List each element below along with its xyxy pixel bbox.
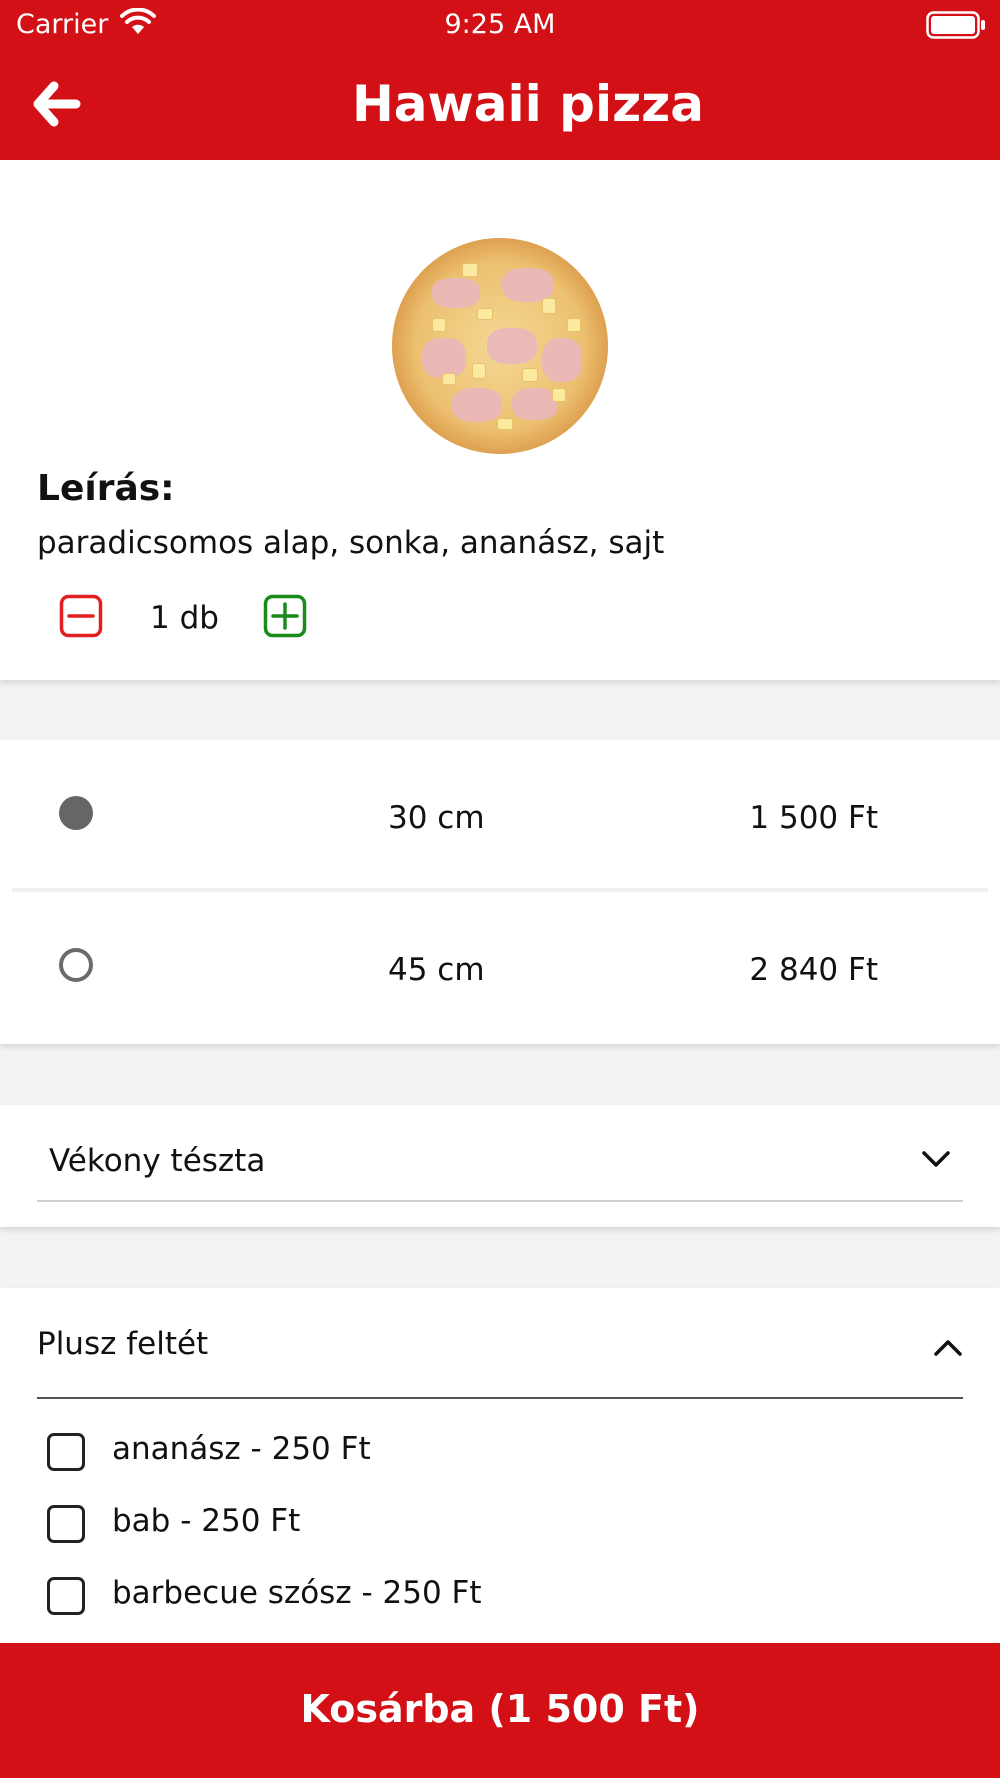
extras-accordion-header[interactable]: Plusz feltét: [37, 1288, 963, 1399]
navigation-bar: Hawaii pizza: [0, 50, 1000, 160]
dough-card: Vékony tészta: [0, 1105, 1000, 1227]
extras-card: Plusz feltét ananász - 250 Ft bab - 250 …: [0, 1288, 1000, 1648]
size-label: 45 cm: [388, 952, 485, 988]
extra-option[interactable]: bab - 250 Ft: [47, 1497, 947, 1547]
quantity-value: 1 db: [150, 600, 219, 636]
decrease-quantity-button[interactable]: [59, 594, 103, 638]
product-card: Leírás: paradicsomos alap, sonka, ananás…: [0, 160, 1000, 680]
extra-label: bab - 250 Ft: [112, 1503, 301, 1539]
extras-title: Plusz feltét: [37, 1326, 209, 1362]
radio-selected-icon[interactable]: [59, 796, 93, 830]
size-label: 30 cm: [388, 800, 485, 836]
plus-square-icon: [263, 594, 307, 642]
size-option-45cm[interactable]: 45 cm 2 840 Ft: [0, 892, 1000, 1035]
chevron-down-icon: [921, 1149, 951, 1174]
description-text: paradicsomos alap, sonka, ananász, sajt: [37, 525, 665, 561]
checkbox[interactable]: [47, 1433, 85, 1471]
battery-icon: [926, 11, 986, 46]
minus-square-icon: [59, 594, 103, 642]
extra-option[interactable]: ananász - 250 Ft: [47, 1425, 947, 1475]
checkbox[interactable]: [47, 1505, 85, 1543]
add-to-cart-label: Kosárba (1 500 Ft): [300, 1687, 700, 1731]
add-to-cart-button[interactable]: Kosárba (1 500 Ft): [0, 1643, 1000, 1778]
clock-label: 9:25 AM: [444, 9, 556, 40]
size-option-30cm[interactable]: 30 cm 1 500 Ft: [0, 740, 1000, 883]
radio-unselected-icon[interactable]: [59, 948, 93, 982]
size-price: 1 500 Ft: [749, 800, 878, 836]
size-price: 2 840 Ft: [749, 952, 878, 988]
extra-label: ananász - 250 Ft: [112, 1431, 371, 1467]
description-label: Leírás:: [37, 468, 175, 509]
checkbox[interactable]: [47, 1577, 85, 1615]
pizza-image: [392, 238, 608, 454]
page-title: Hawaii pizza: [351, 75, 705, 133]
dough-select[interactable]: Vékony tészta: [37, 1105, 963, 1202]
increase-quantity-button[interactable]: [263, 594, 307, 638]
dough-selected-value: Vékony tészta: [49, 1143, 266, 1179]
extra-label: barbecue szósz - 250 Ft: [112, 1575, 482, 1611]
size-selector-card: 30 cm 1 500 Ft 45 cm 2 840 Ft: [0, 740, 1000, 1044]
extra-option[interactable]: barbecue szósz - 250 Ft: [47, 1569, 947, 1619]
status-bar: Carrier 9:25 AM: [0, 0, 1000, 50]
chevron-up-icon: [933, 1338, 963, 1363]
